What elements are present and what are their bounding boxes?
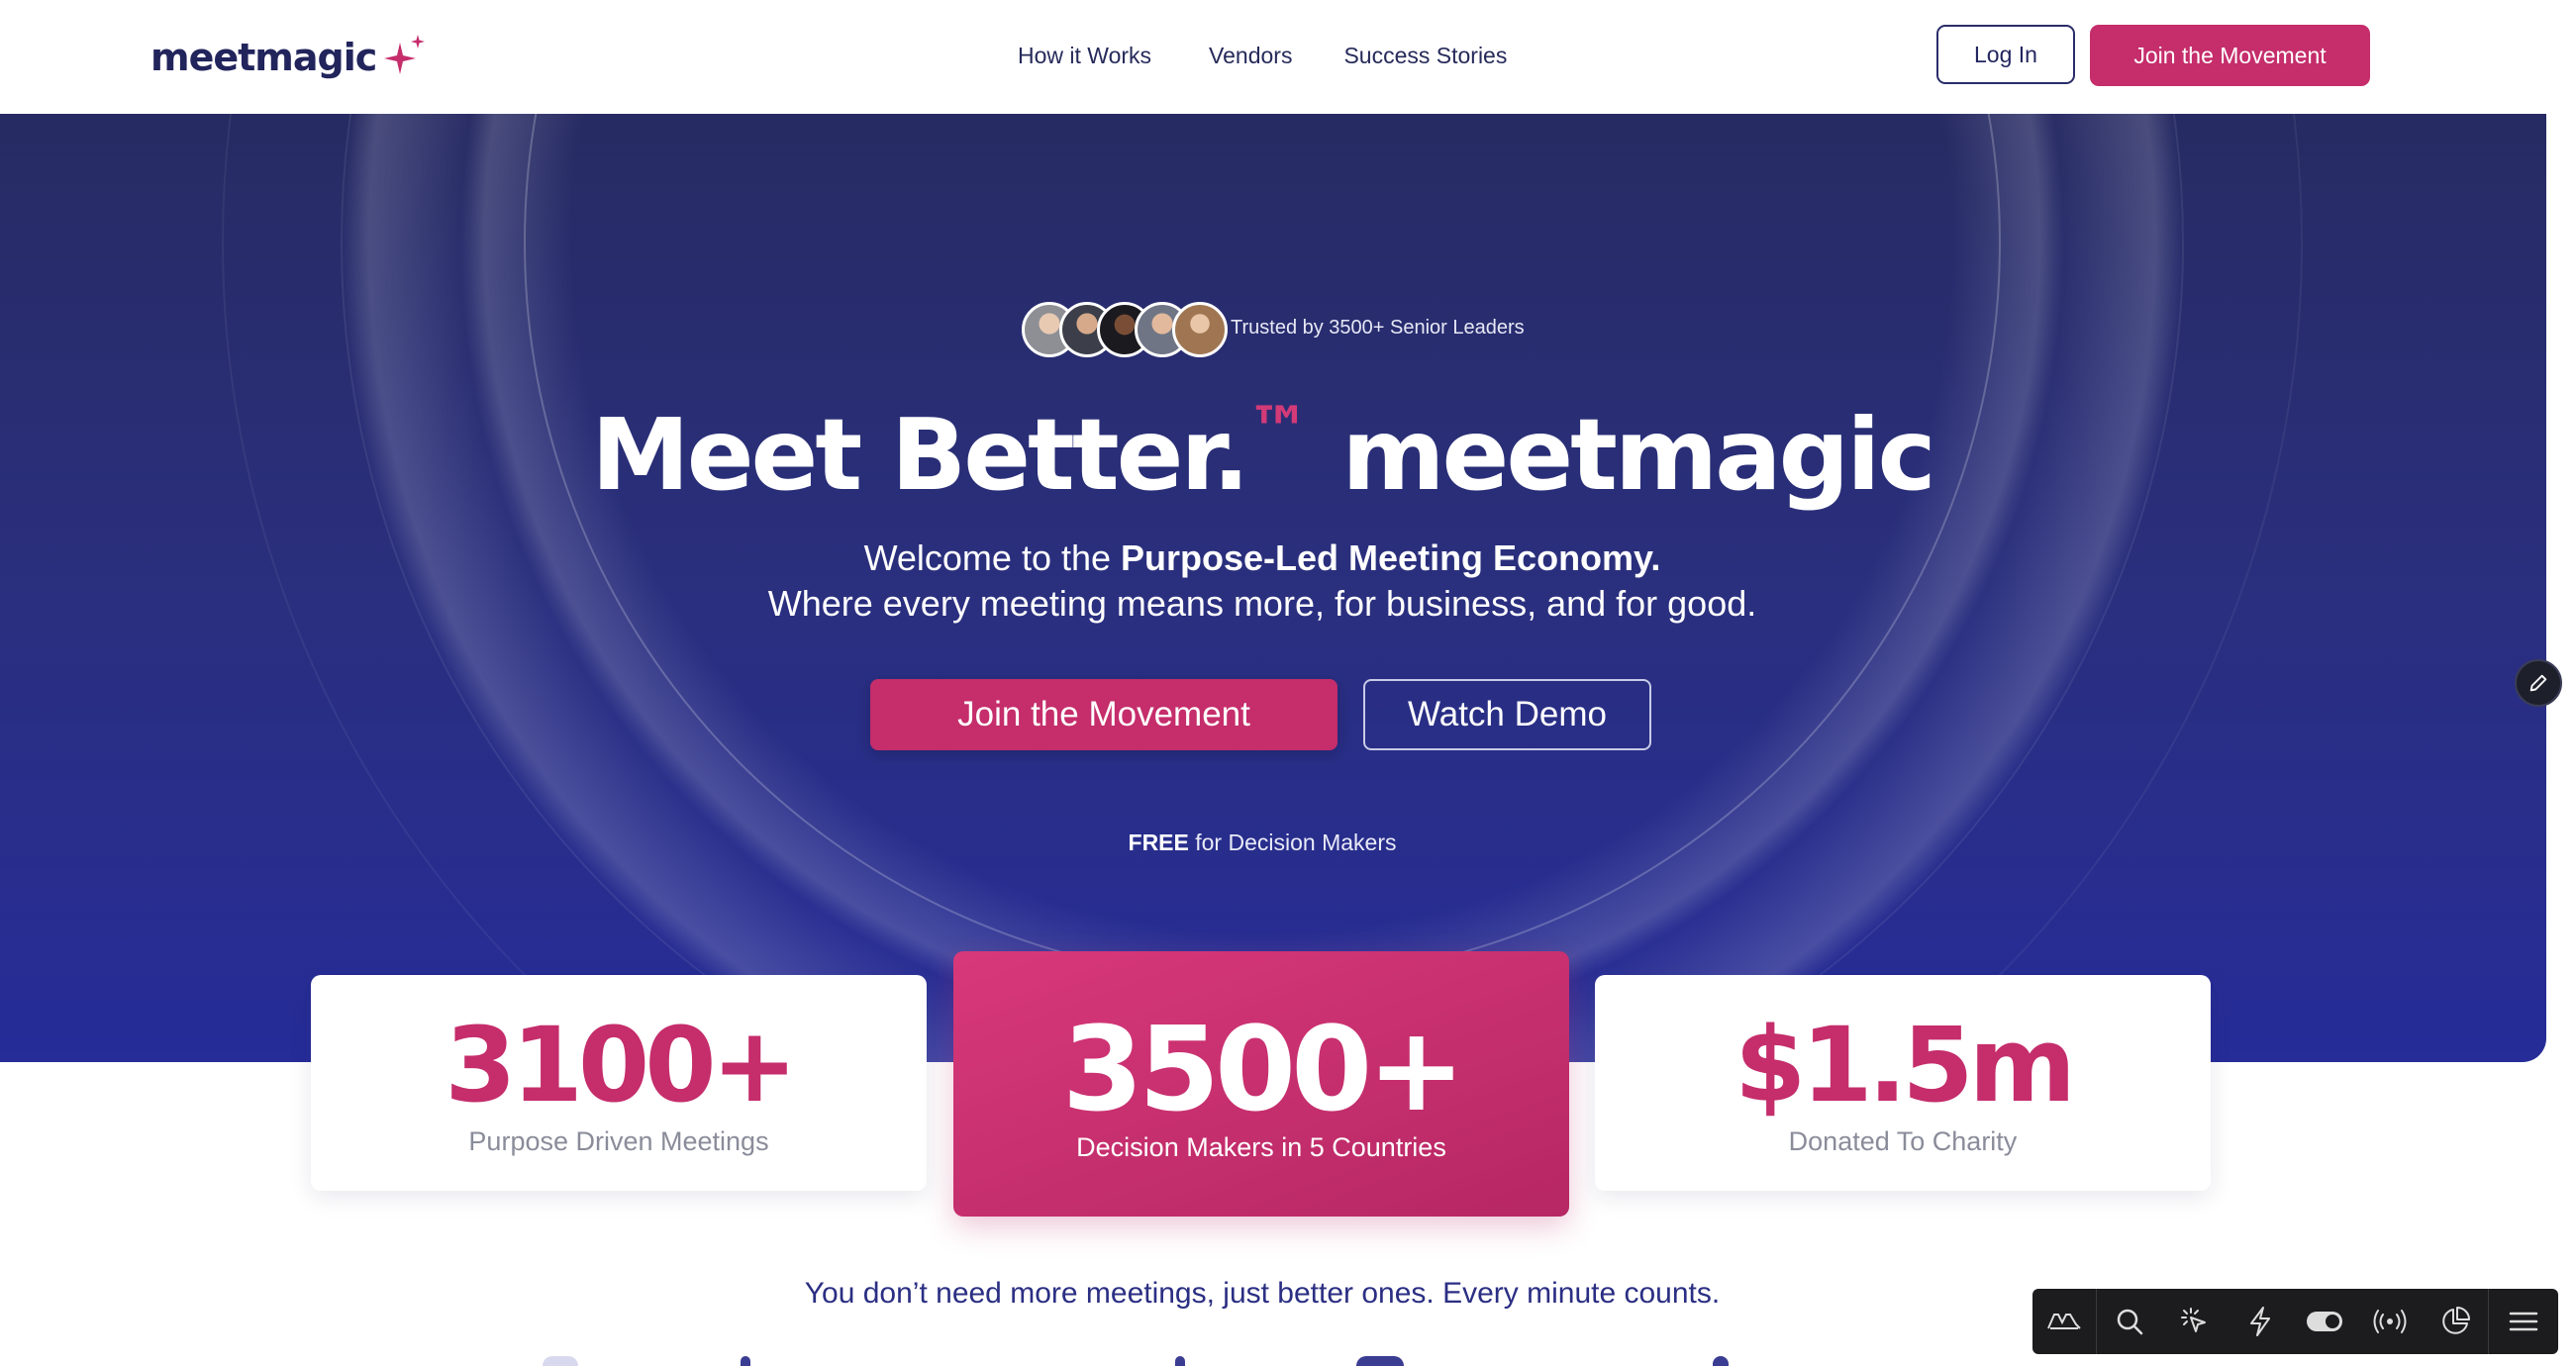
partner-logo-fragment [1175,1356,1185,1366]
stat-card-charity: $1.5m Donated To Charity [1595,975,2211,1191]
partner-logo-fragment [1356,1356,1404,1366]
stat-label: Decision Makers in 5 Countries [1076,1132,1446,1162]
partner-logo-fragment [543,1356,578,1366]
hero-subtitle-line1: Welcome to the Purpose-Led Meeting Econo… [0,537,2525,579]
join-movement-header-button[interactable]: Join the Movement [2090,25,2370,86]
brand-logo[interactable]: meetmagic [150,28,428,87]
astro-logo-icon [2047,1314,2081,1329]
toolbar-toggle-button[interactable] [2293,1289,2358,1354]
main-nav: How it Works Vendors Success Stories [1018,36,1507,75]
hero-subtitle-line2: Where every meeting means more, for busi… [767,583,1757,624]
pie-chart-icon [2442,1307,2471,1334]
stat-label: Donated To Charity [1788,1126,2018,1156]
nav-success-stories[interactable]: Success Stories [1343,36,1507,75]
trademark-mark: ™ [1246,394,1311,467]
broadcast-icon [2373,1310,2407,1333]
subtitle-prefix: Welcome to the [863,537,1122,578]
stat-card-decision-makers: 3500+ Decision Makers in 5 Countries [953,951,1569,1217]
toggle-icon [2307,1312,2343,1331]
dev-toolbar [2032,1289,2558,1354]
lightning-icon [2249,1307,2270,1336]
stat-value: 3500+ [1061,1001,1465,1137]
leader-avatars [1022,302,1228,361]
pencil-icon [2529,674,2547,692]
stat-card-meetings: 3100+ Purpose Driven Meetings [311,975,927,1191]
brand-name: meetmagic [150,36,377,79]
toolbar-astro-button[interactable] [2032,1289,2097,1354]
toolbar-search-button[interactable] [2097,1289,2162,1354]
toolbar-menu-button[interactable] [2488,1289,2558,1354]
pointer-icon [2180,1308,2206,1332]
toolbar-audit-button[interactable] [2228,1289,2293,1354]
headline-main: Meet Better. [591,397,1249,513]
stat-value: $1.5m [1734,1005,2076,1125]
toolbar-inspect-button[interactable] [2162,1289,2228,1354]
login-button[interactable]: Log In [1936,25,2075,84]
toolbar-broadcast-button[interactable] [2357,1289,2423,1354]
join-movement-hero-button[interactable]: Join the Movement [870,679,1338,750]
free-bold: FREE [1128,829,1189,855]
menu-icon [2509,1312,2538,1331]
edit-floating-button[interactable] [2515,659,2562,707]
search-icon [2117,1309,2143,1335]
stat-value: 3100+ [445,1005,798,1125]
free-rest: for Decision Makers [1188,829,1397,855]
partner-logo-fragment [741,1356,750,1366]
nav-how-it-works[interactable]: How it Works [1018,36,1151,75]
avatar [1172,302,1228,357]
trusted-text: Trusted by 3500+ Senior Leaders [1231,317,1525,339]
headline-brand: meetmagic [1341,397,1935,513]
site-header: meetmagic How it Works Vendors Success S… [0,0,2576,114]
toolbar-chart-button[interactable] [2423,1289,2488,1354]
free-note: FREE for Decision Makers [0,829,2525,856]
subtitle-bold: Purpose-Led Meeting Economy. [1121,537,1661,578]
hero-headline: Meet Better.™ meetmagic [0,394,2525,513]
watch-demo-button[interactable]: Watch Demo [1363,679,1651,750]
hero-section: Trusted by 3500+ Senior Leaders Meet Bet… [0,114,2546,1062]
stat-label: Purpose Driven Meetings [468,1126,769,1156]
nav-vendors[interactable]: Vendors [1209,36,1292,75]
partner-logo-fragment [1713,1356,1729,1366]
sparkle-icon [384,35,426,74]
